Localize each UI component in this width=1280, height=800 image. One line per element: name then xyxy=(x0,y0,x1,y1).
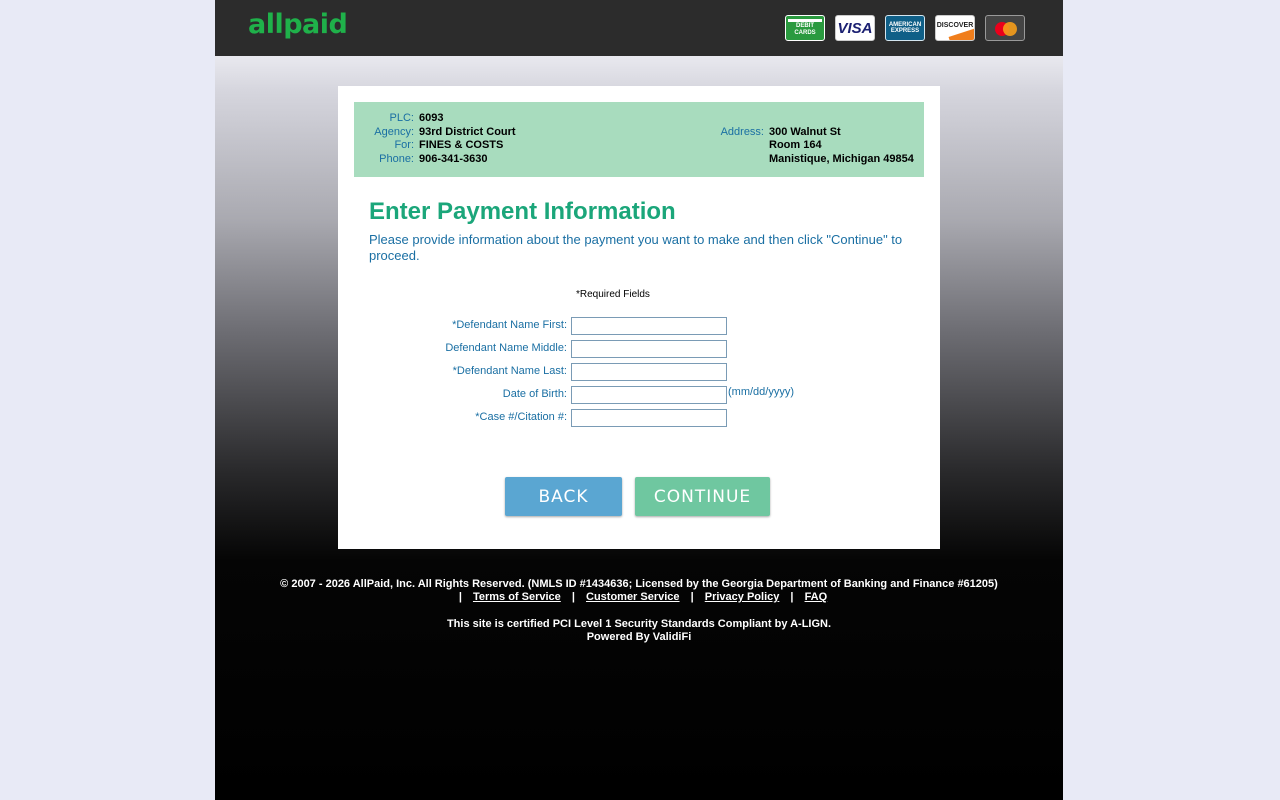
continue-button[interactable]: CONTINUE xyxy=(635,477,770,516)
faq-link[interactable]: FAQ xyxy=(805,591,828,603)
customer-service-link[interactable]: Customer Service xyxy=(586,591,680,603)
pci-compliance-text: This site is certified PCI Level 1 Secur… xyxy=(446,618,832,630)
amex-card-label: AMERICAN EXPRESS xyxy=(888,22,922,34)
for-label: For: xyxy=(394,139,414,151)
debit-card-label: DEBIT CARDS xyxy=(794,23,816,36)
page-container: allpaid DEBIT CARDS VISA AMERICAN EXPRES… xyxy=(215,0,1063,800)
case-number-input[interactable] xyxy=(571,409,727,427)
back-button[interactable]: BACK xyxy=(505,477,622,516)
first-name-input[interactable] xyxy=(571,317,727,335)
allpaid-logo[interactable]: allpaid xyxy=(248,9,348,40)
footer-separator: | xyxy=(571,591,575,603)
middle-name-label: Defendant Name Middle: xyxy=(445,342,567,354)
plc-label: PLC: xyxy=(389,112,414,124)
footer-links: | Terms of Service | Customer Service | … xyxy=(215,591,1063,604)
site-header: allpaid DEBIT CARDS VISA AMERICAN EXPRES… xyxy=(215,0,1063,56)
payment-panel: PLC: 6093 Agency: 93rd District Court Fo… xyxy=(338,86,940,549)
address-line2: Room 164 xyxy=(769,139,822,151)
privacy-policy-link[interactable]: Privacy Policy xyxy=(705,591,780,603)
address-line1: 300 Walnut St xyxy=(769,126,841,138)
footer-separator: | xyxy=(458,591,462,603)
instructions-text: Please provide information about the pay… xyxy=(369,232,903,263)
phone-label: Phone: xyxy=(379,153,414,165)
terms-of-service-link[interactable]: Terms of Service xyxy=(473,591,561,603)
address-label: Address: xyxy=(720,126,764,138)
site-footer: © 2007 - 2026 AllPaid, Inc. All Rights R… xyxy=(215,578,1063,644)
amex-card-icon: AMERICAN EXPRESS xyxy=(885,15,925,41)
dob-label: Date of Birth: xyxy=(502,388,567,400)
powered-by-text: Powered By ValidiFi xyxy=(586,631,692,643)
visa-card-label: VISA xyxy=(837,19,873,37)
required-fields-note: *Required Fields xyxy=(576,289,650,300)
agency-value: 93rd District Court xyxy=(419,126,516,138)
last-name-input[interactable] xyxy=(571,363,727,381)
visa-card-icon: VISA xyxy=(835,15,875,41)
address-line3: Manistique, Michigan 49854 xyxy=(769,153,914,165)
middle-name-input[interactable] xyxy=(571,340,727,358)
first-name-label: *Defendant Name First: xyxy=(452,319,567,331)
page-title: Enter Payment Information xyxy=(369,198,676,225)
dob-format-hint: (mm/dd/yyyy) xyxy=(728,386,794,398)
footer-separator: | xyxy=(790,591,794,603)
case-number-label: *Case #/Citation #: xyxy=(475,411,567,423)
debit-card-icon: DEBIT CARDS xyxy=(785,15,825,41)
phone-value: 906-341-3630 xyxy=(419,153,488,165)
discover-card-label: DISCOVER xyxy=(936,21,974,29)
agency-label: Agency: xyxy=(374,126,414,138)
agency-info-box: PLC: 6093 Agency: 93rd District Court Fo… xyxy=(354,102,924,177)
copyright-text: © 2007 - 2026 AllPaid, Inc. All Rights R… xyxy=(280,578,998,590)
discover-card-icon: DISCOVER xyxy=(935,15,975,41)
plc-value: 6093 xyxy=(419,112,444,124)
footer-separator: | xyxy=(690,591,694,603)
last-name-label: *Defendant Name Last: xyxy=(452,365,567,377)
for-value: FINES & COSTS xyxy=(419,139,504,151)
dob-input[interactable] xyxy=(571,386,727,404)
mastercard-card-icon xyxy=(985,15,1025,41)
